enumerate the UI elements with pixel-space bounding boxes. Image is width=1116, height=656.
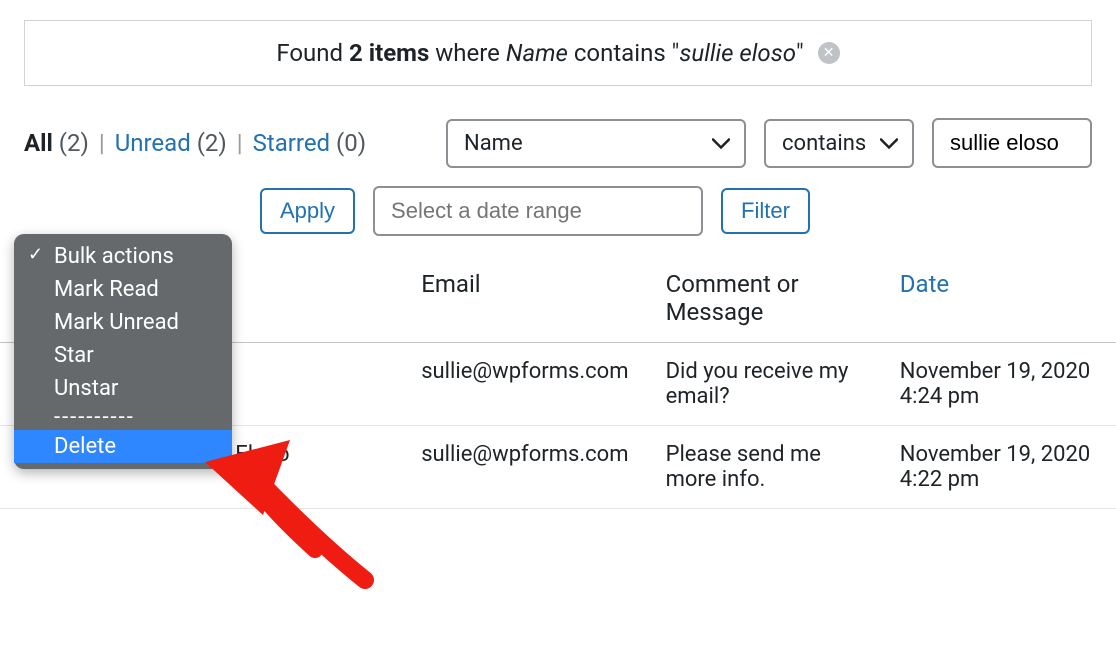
column-date[interactable]: Date: [882, 254, 1116, 343]
bulk-actions-dropdown[interactable]: Bulk actions Mark Read Mark Unread Star …: [14, 234, 232, 469]
cell-comment: Please send me more info.: [648, 426, 882, 509]
date-range-input[interactable]: [373, 186, 703, 236]
column-email[interactable]: Email: [403, 254, 647, 343]
cell-date: November 19, 2020 4:24 pm: [882, 343, 1116, 426]
search-count: 2 items: [349, 39, 429, 67]
bulk-option-bulk-actions[interactable]: Bulk actions: [14, 240, 232, 273]
cell-email[interactable]: sullie@wpforms.com: [403, 343, 647, 426]
filter-value-input[interactable]: [932, 118, 1092, 168]
view-filters: All (2) | Unread (2) | Starred (0): [24, 129, 366, 157]
chevron-down-icon: [880, 131, 898, 156]
search-results-banner: Found 2 items where Name contains "sulli…: [24, 20, 1092, 86]
bulk-divider: ----------: [14, 405, 232, 430]
cell-comment: Did you receive my email?: [648, 343, 882, 426]
cell-date: November 19, 2020 4:22 pm: [882, 426, 1116, 509]
column-comment[interactable]: Comment or Message: [648, 254, 882, 343]
bulk-option-delete[interactable]: Delete: [14, 430, 232, 463]
search-value: sullie eloso: [679, 39, 796, 67]
cell-email[interactable]: sullie@wpforms.com: [403, 426, 647, 509]
bulk-option-unstar[interactable]: Unstar: [14, 372, 232, 405]
view-unread[interactable]: Unread (2): [115, 129, 227, 157]
search-mid1: where: [429, 39, 506, 67]
view-starred[interactable]: Starred (0): [253, 129, 366, 157]
filter-field-select[interactable]: Name: [446, 119, 746, 168]
bulk-option-star[interactable]: Star: [14, 339, 232, 372]
apply-button[interactable]: Apply: [260, 188, 355, 234]
clear-search-icon[interactable]: ✕: [818, 42, 840, 64]
filter-operator-select[interactable]: contains: [764, 119, 914, 168]
view-all[interactable]: All (2): [24, 129, 89, 157]
bulk-option-mark-read[interactable]: Mark Read: [14, 273, 232, 306]
filter-button[interactable]: Filter: [721, 188, 810, 234]
search-suffix: ": [796, 39, 804, 67]
chevron-down-icon: [712, 131, 730, 156]
bulk-option-mark-unread[interactable]: Mark Unread: [14, 306, 232, 339]
search-field: Name: [506, 39, 568, 67]
search-mid2: contains ": [568, 39, 679, 67]
search-prefix: Found: [276, 39, 349, 67]
